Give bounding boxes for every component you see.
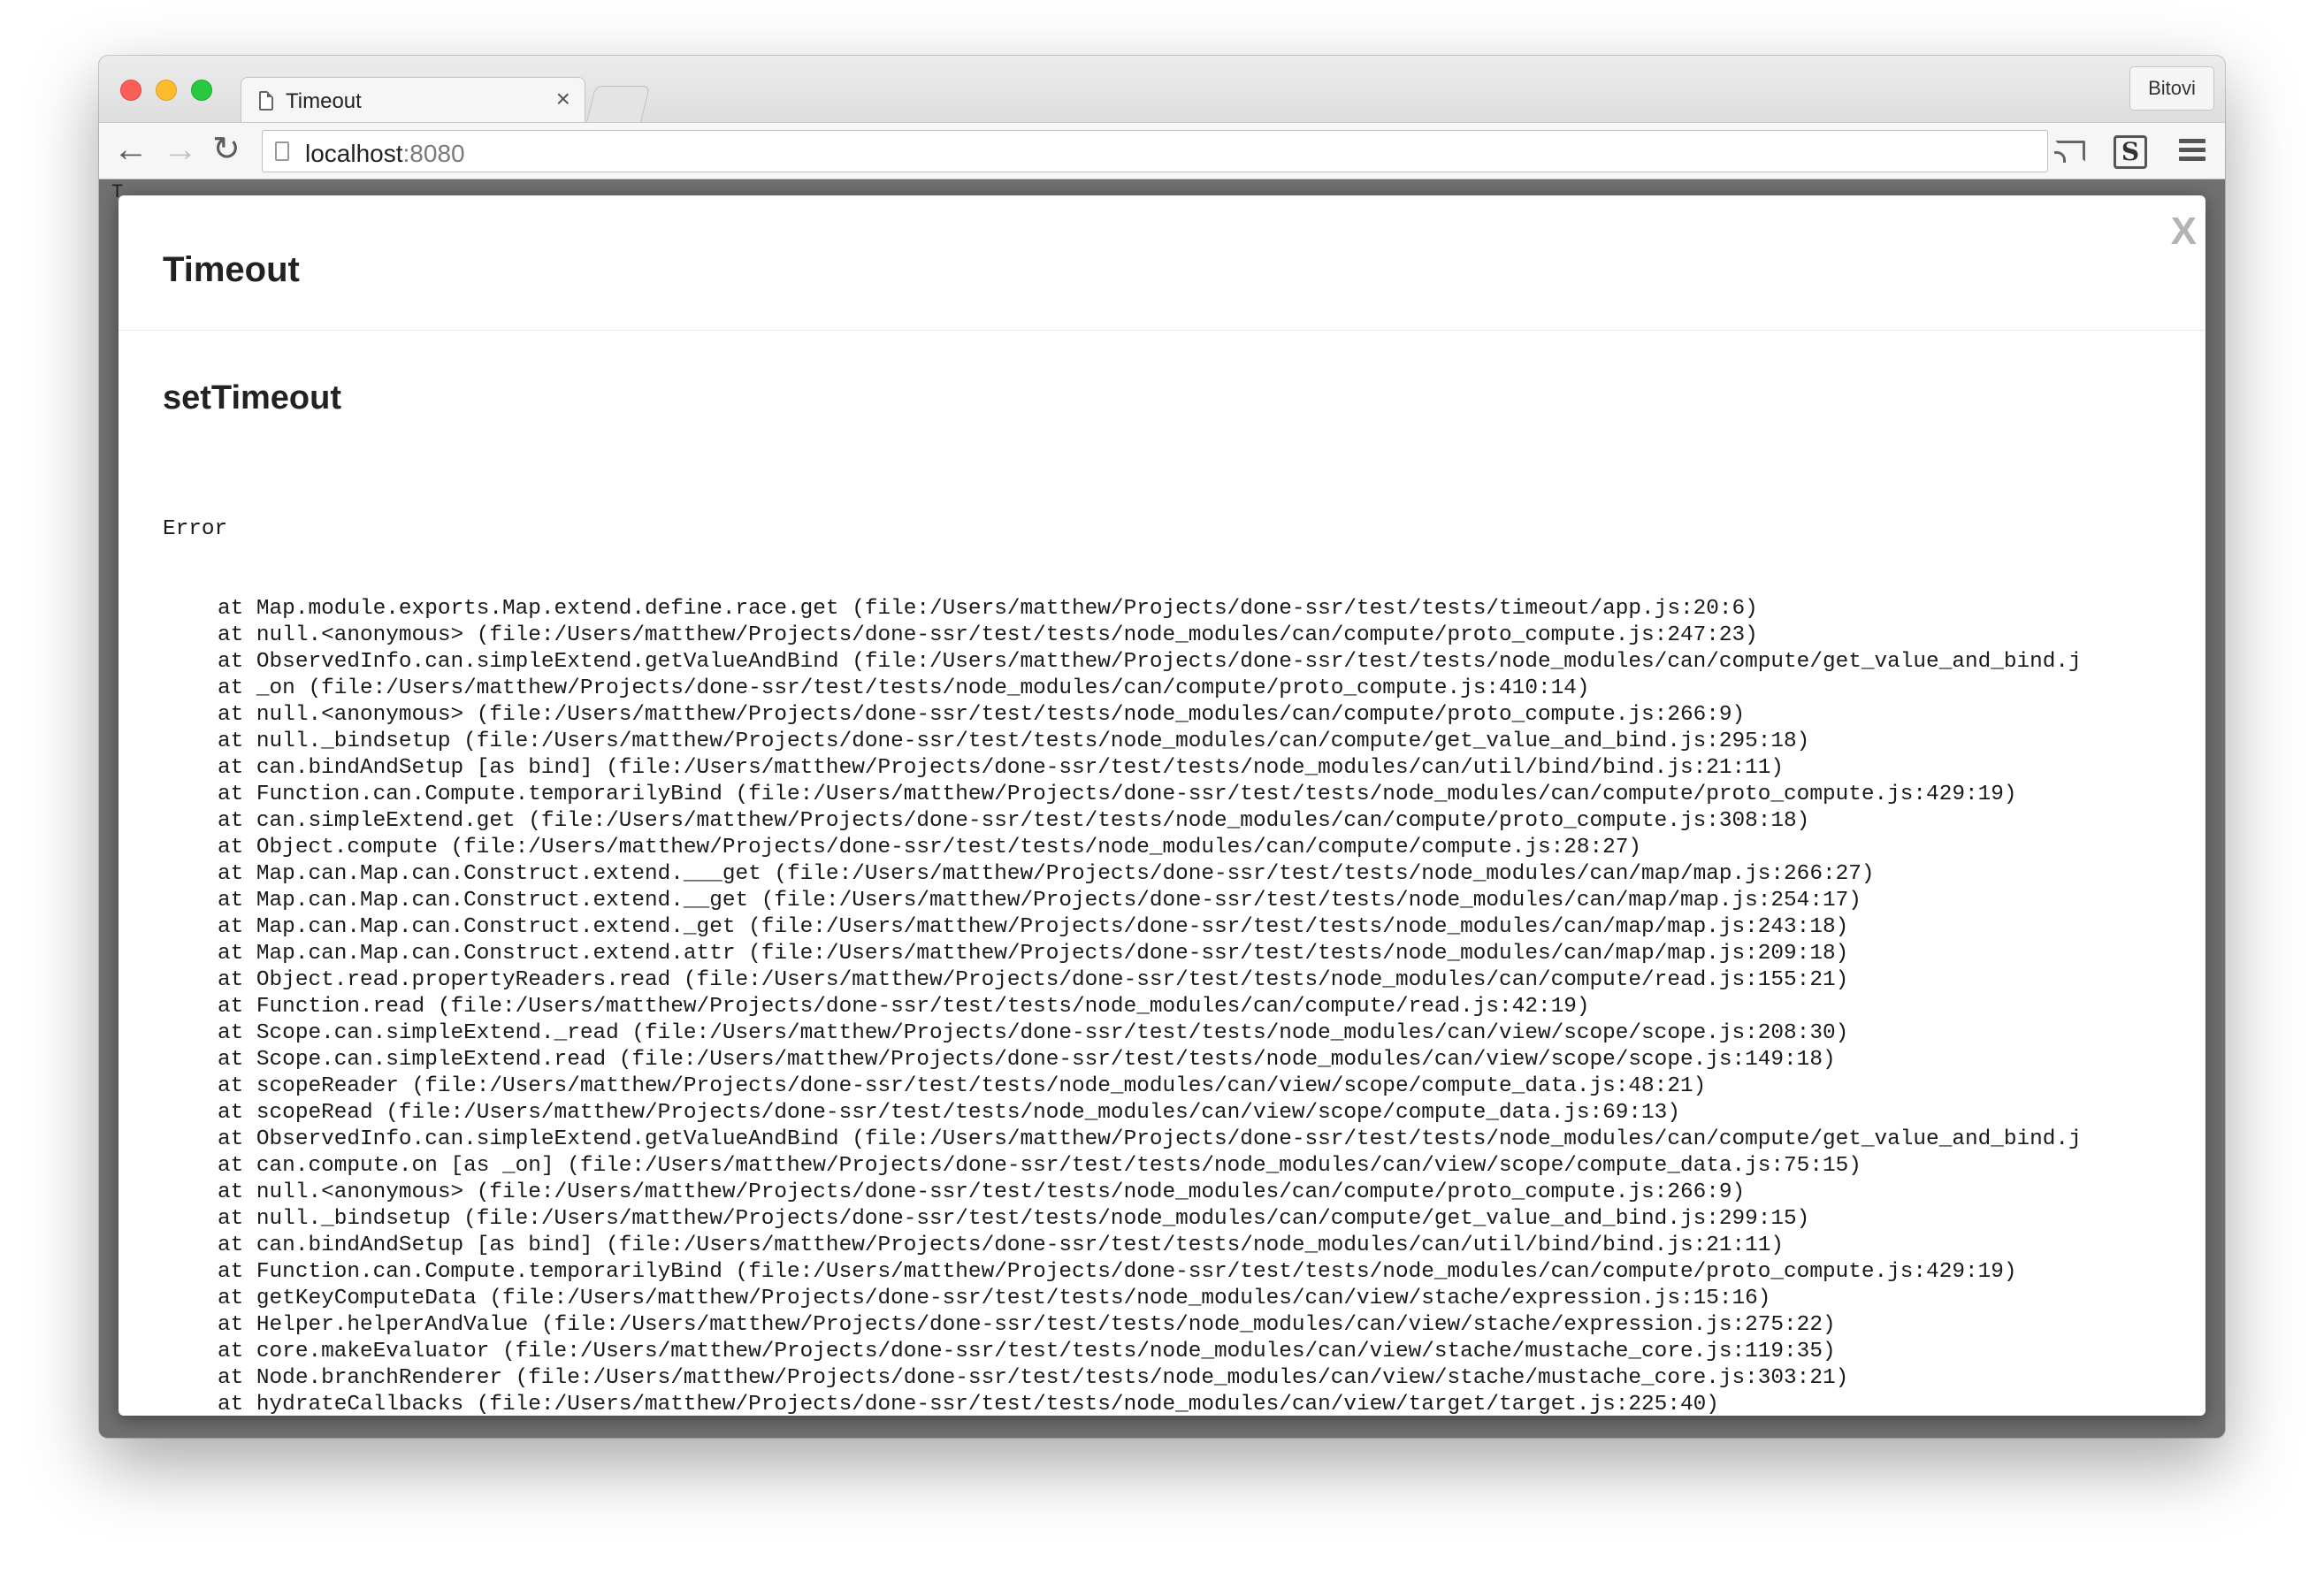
page-viewport: T Timeout X setTimeout Error at Map.modu…: [99, 179, 2225, 1438]
menu-icon[interactable]: [2179, 139, 2206, 165]
page-icon: [275, 141, 289, 161]
stack-frame-line: at ObservedInfo.can.simpleExtend.getValu…: [218, 1127, 2082, 1151]
zoom-window-button[interactable]: [191, 80, 212, 101]
stack-frame-line: at can.bindAndSetup [as bind] (file:/Use…: [218, 756, 1785, 780]
stack-frame-line: at scopeRead (file:/Users/matthew/Projec…: [218, 1101, 1680, 1125]
profile-button[interactable]: Bitovi: [2129, 66, 2214, 111]
browser-toolbar: ← → ↻ localhost:8080 S: [99, 122, 2225, 179]
stack-frame-line: at scopeReader (file:/Users/matthew/Proj…: [218, 1074, 1707, 1098]
cast-icon[interactable]: [2054, 141, 2085, 163]
stack-frame-line: at core.makeEvaluator (file:/Users/matth…: [218, 1340, 1836, 1363]
stack-frame-line: at Scope.can.simpleExtend._read (file:/U…: [218, 1021, 1849, 1045]
stack-frame-line: at getKeyComputeData (file:/Users/matthe…: [218, 1287, 1771, 1310]
stack-frame-line: at null.<anonymous> (file:/Users/matthew…: [218, 623, 1758, 647]
stack-frame-line: at Map.module.exports.Map.extend.define.…: [218, 597, 1758, 621]
minimize-window-button[interactable]: [156, 80, 177, 101]
browser-window: Timeout × Bitovi ← → ↻ localhost:8080 S …: [99, 56, 2225, 1438]
title-bar: Timeout × Bitovi: [99, 56, 2225, 123]
tab-close-icon[interactable]: ×: [556, 87, 570, 111]
stack-frame-line: at Map.can.Map.can.Construct.extend.attr…: [218, 942, 1849, 966]
modal-title: Timeout: [163, 250, 300, 289]
address-bar[interactable]: localhost:8080: [262, 130, 2048, 172]
stack-frame-line: at Helper.helperAndValue (file:/Users/ma…: [218, 1313, 1836, 1337]
stack-frame-line: at _on (file:/Users/matthew/Projects/don…: [218, 676, 1590, 700]
close-window-button[interactable]: [120, 80, 141, 101]
stack-frame-line: at can.compute.on [as _on] (file:/Users/…: [218, 1154, 1861, 1178]
url-text: localhost:8080: [305, 140, 465, 168]
stack-frame-line: at null._bindsetup (file:/Users/matthew/…: [218, 1207, 1810, 1231]
stack-frame-line: at Function.can.Compute.temporarilyBind …: [218, 1260, 2017, 1284]
stack-frame-line: at null._bindsetup (file:/Users/matthew/…: [218, 729, 1810, 753]
stack-frame-line: at Map.can.Map.can.Construct.extend.___g…: [218, 862, 1875, 886]
stack-frame-line: at can.simpleExtend.get (file:/Users/mat…: [218, 809, 1810, 833]
stack-frame-line: at can.bindAndSetup [as bind] (file:/Use…: [218, 1233, 1785, 1257]
document-icon: [259, 91, 273, 111]
extension-s-icon[interactable]: S: [2114, 135, 2147, 169]
error-header: Error: [163, 517, 228, 541]
error-modal: Timeout X setTimeout Error at Map.module…: [118, 195, 2206, 1416]
modal-header: Timeout X: [118, 195, 2206, 331]
tab-timeout[interactable]: Timeout ×: [241, 77, 585, 123]
stack-frame-line: at ObservedInfo.can.simpleExtend.getValu…: [218, 650, 2082, 674]
modal-body: setTimeout Error at Map.module.exports.M…: [163, 330, 2197, 1416]
new-tab-button[interactable]: [585, 86, 651, 123]
stack-frame-line: at null.<anonymous> (file:/Users/matthew…: [218, 1180, 1746, 1204]
tab-title: Timeout: [286, 89, 362, 113]
stack-frame-line: at Function.read (file:/Users/matthew/Pr…: [218, 995, 1590, 1019]
section-title: setTimeout: [163, 379, 342, 416]
stack-frame-line: at Map.can.Map.can.Construct.extend.__ge…: [218, 889, 1861, 913]
stack-trace: Error at Map.module.exports.Map.extend.d…: [163, 463, 2197, 1416]
stack-frame-line: at Function.can.Compute.temporarilyBind …: [218, 783, 2017, 806]
stack-frame-line: at Object.read.propertyReaders.read (fil…: [218, 968, 1849, 992]
url-host: localhost: [305, 140, 403, 167]
url-port: :8080: [402, 140, 465, 167]
reload-icon[interactable]: ↻: [212, 132, 241, 167]
stack-frame-line: at Object.compute (file:/Users/matthew/P…: [218, 836, 1642, 859]
stack-frame-line: at Scope.can.simpleExtend.read (file:/Us…: [218, 1048, 1836, 1072]
back-arrow-icon[interactable]: ←: [113, 132, 149, 167]
stack-frame-line: at Node.branchRenderer (file:/Users/matt…: [218, 1366, 1849, 1390]
forward-arrow-icon[interactable]: →: [163, 132, 198, 167]
modal-close-button[interactable]: X: [2171, 210, 2197, 254]
stack-frame-line: at null.<anonymous> (file:/Users/matthew…: [218, 703, 1746, 727]
stack-frame-line: at hydrateCallbacks (file:/Users/matthew…: [218, 1393, 1719, 1416]
stack-frame-line: at Map.can.Map.can.Construct.extend._get…: [218, 915, 1849, 939]
